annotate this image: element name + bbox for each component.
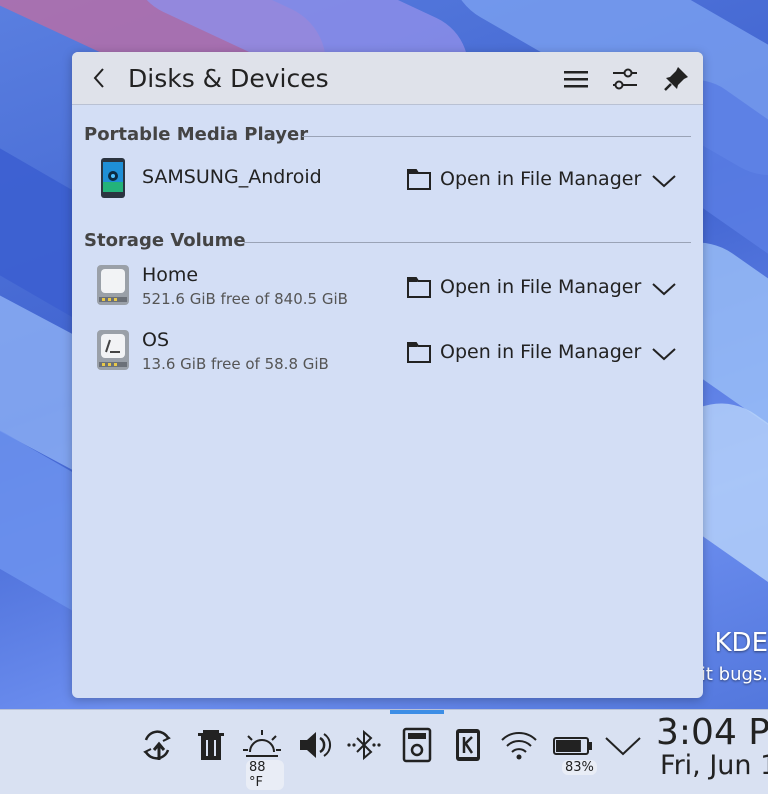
device-row-os[interactable]: OS 13.6 GiB free of 58.8 GiB Open in Fil… (72, 325, 703, 381)
device-name: SAMSUNG_Android (142, 166, 322, 188)
section-divider (302, 136, 691, 137)
clock-date[interactable]: Fri, Jun 1 (660, 750, 768, 781)
bluetooth-icon[interactable] (345, 726, 383, 764)
folder-icon (406, 340, 432, 364)
device-row-samsung[interactable]: SAMSUNG_Android Open in File Manager (72, 152, 703, 208)
chevron-left-icon (86, 64, 114, 92)
weather-widget[interactable]: 88 °F (242, 726, 284, 790)
volume-icon[interactable] (296, 726, 334, 764)
open-in-file-manager-button[interactable]: Open in File Manager (406, 337, 641, 367)
pin-button[interactable] (661, 64, 691, 94)
active-indicator (390, 710, 444, 714)
desktop-overlay-title: KDE (715, 628, 768, 658)
drive-harddisk-icon (96, 265, 130, 305)
open-button-label: Open in File Manager (440, 276, 641, 298)
device-free-space: 521.6 GiB free of 840.5 GiB (142, 290, 348, 308)
section-label-storage-volume: Storage Volume (84, 230, 246, 251)
folder-icon (406, 275, 432, 299)
open-in-file-manager-button[interactable]: Open in File Manager (406, 272, 641, 302)
open-button-label: Open in File Manager (440, 341, 641, 363)
device-row-home[interactable]: Home 521.6 GiB free of 840.5 GiB Open in… (72, 260, 703, 316)
sun-icon (242, 726, 282, 762)
popup-title: Disks & Devices (128, 64, 329, 93)
updates-icon[interactable] (138, 726, 176, 764)
open-in-file-manager-button[interactable]: Open in File Manager (406, 164, 641, 194)
drive-system-icon (96, 330, 130, 370)
trash-icon[interactable] (192, 726, 230, 764)
open-button-label: Open in File Manager (440, 168, 641, 190)
chevron-down-icon (650, 278, 678, 300)
battery-percent: 83% (562, 760, 597, 775)
expand-button[interactable] (650, 278, 678, 300)
taskbar-panel: 88 °F 83% 3:04 PM Fri, Jun 1 (0, 709, 768, 794)
menu-button[interactable] (561, 64, 591, 94)
wifi-icon[interactable] (500, 726, 538, 764)
hamburger-icon (561, 64, 591, 94)
device-name: OS (142, 329, 169, 351)
desktop-overlay-subtitle: it bugs. (701, 664, 768, 685)
chevron-down-icon (650, 170, 678, 192)
kde-connect-icon[interactable] (449, 726, 487, 764)
configure-button[interactable] (610, 64, 640, 94)
chevron-down-icon[interactable] (604, 726, 642, 764)
chevron-down-icon (650, 343, 678, 365)
clock-time[interactable]: 3:04 PM (656, 712, 768, 753)
settings-sliders-icon (610, 64, 640, 94)
folder-icon (406, 167, 432, 191)
expand-button[interactable] (650, 170, 678, 192)
weather-temp: 88 °F (246, 760, 284, 790)
battery-widget[interactable]: 83% (552, 726, 598, 790)
device-name: Home (142, 264, 198, 286)
android-phone-icon (96, 158, 130, 198)
expand-button[interactable] (650, 343, 678, 365)
pin-icon (661, 64, 691, 94)
disks-devices-icon[interactable] (398, 726, 436, 764)
disks-devices-popup: Disks & Devices Portable Media Player (72, 52, 703, 698)
section-divider (244, 242, 691, 243)
popup-header: Disks & Devices (72, 52, 703, 105)
section-label-portable-media: Portable Media Player (84, 124, 308, 145)
back-button[interactable] (86, 64, 114, 92)
battery-icon (552, 726, 594, 762)
device-free-space: 13.6 GiB free of 58.8 GiB (142, 355, 329, 373)
